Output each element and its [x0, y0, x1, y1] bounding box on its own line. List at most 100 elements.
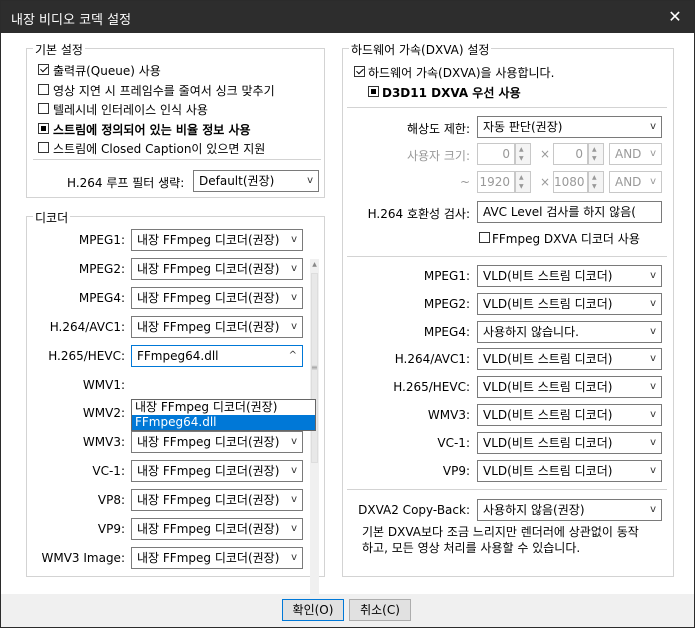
spin-up-icon: ▲: [592, 174, 597, 181]
ffmpeg-dxva-checkbox[interactable]: [479, 232, 490, 243]
hw-label: VC-1:: [437, 436, 470, 450]
spin-down-icon: ▼: [519, 155, 524, 162]
max-width-input[interactable]: 1920: [477, 171, 515, 193]
decoder-select[interactable]: 내장 FFmpeg 디코더(권장) v: [131, 518, 303, 540]
decoder-select[interactable]: 내장 FFmpeg 디코더(권장) v: [131, 229, 303, 251]
hw-label: H.264/AVC1:: [394, 352, 470, 366]
d3d11-label[interactable]: D3D11 DXVA 우선 사용: [382, 84, 521, 101]
decoder-label: WMV2:: [82, 406, 125, 420]
user-height-spinner[interactable]: ▲ ▼: [588, 143, 604, 165]
times-sign: ×: [540, 175, 551, 189]
copyback-desc-line1: 기본 DXVA보다 조금 느리지만 렌더러에 상관없이 동작: [362, 525, 639, 539]
user-width-spinner[interactable]: ▲ ▼: [515, 143, 531, 165]
chevron-down-icon: v: [650, 504, 656, 515]
decoder-select[interactable]: 내장 FFmpeg 디코더(권장) v: [131, 460, 303, 482]
decoder-select[interactable]: 내장 FFmpeg 디코더(권장) v: [131, 287, 303, 309]
dialog-footer: [1, 594, 694, 627]
compat-select[interactable]: AVC Level 검사를 하지 않음(: [477, 201, 662, 223]
spin-down-icon: ▼: [592, 183, 597, 190]
basic-checkbox-label[interactable]: 영상 지연 시 프레임수를 줄여서 싱크 맞추기: [53, 82, 275, 99]
scroll-up-icon[interactable]: ▲: [310, 261, 319, 268]
codec-settings-dialog: 내장 비디오 코덱 설정 ✕ 기본 설정 출력큐(Queue) 사용 영상 지연 …: [0, 0, 695, 628]
dropdown-option[interactable]: 내장 FFmpeg 디코더(권장): [132, 400, 315, 415]
decoder-select[interactable]: 내장 FFmpeg 디코더(권장) v: [131, 258, 303, 280]
hw-select[interactable]: 사용하지 않습니다. v: [477, 321, 662, 343]
decoder-select[interactable]: 내장 FFmpeg 디코더(권장) v: [131, 489, 303, 511]
compat-value: AVC Level 검사를 하지 않음(: [483, 205, 636, 219]
basic-checkbox-label[interactable]: 스트림에 정의되어 있는 비율 정보 사용: [53, 121, 251, 138]
hw-enable-label[interactable]: 하드웨어 가속(DXVA)을 사용합니다.: [368, 64, 554, 81]
copyback-select[interactable]: 사용하지 않음(권장) v: [477, 499, 662, 521]
basic-checkbox-label[interactable]: 텔레시네 인터레이스 인식 사용: [53, 101, 208, 118]
d3d11-checkbox[interactable]: [368, 86, 379, 97]
spin-down-icon: ▼: [592, 155, 597, 162]
chevron-down-icon: v: [307, 175, 313, 186]
ok-button[interactable]: 확인(O): [282, 599, 344, 621]
decoder-group-title: 디코더: [33, 209, 71, 226]
dropdown-option-selected[interactable]: FFmpeg64.dll: [132, 415, 315, 430]
title-bar[interactable]: 내장 비디오 코덱 설정 ✕: [1, 1, 694, 33]
hw-select[interactable]: VLD(비트 스트림 디코더) v: [477, 460, 662, 482]
hw-label: MPEG4:: [423, 325, 470, 339]
decoder-label: VP8:: [97, 493, 125, 507]
user-width-input[interactable]: 0: [477, 143, 515, 165]
loop-filter-value: Default(권장): [199, 174, 275, 188]
hevc-dropdown-list[interactable]: 내장 FFmpeg 디코더(권장) FFmpeg64.dll: [131, 399, 316, 431]
hw-enable-checkbox[interactable]: [354, 66, 365, 77]
user-op-select[interactable]: AND v: [609, 143, 662, 165]
hw-select[interactable]: VLD(비트 스트림 디코더) v: [477, 265, 662, 287]
max-width-spinner[interactable]: ▲ ▼: [515, 171, 531, 193]
chevron-down-icon: v: [291, 465, 297, 476]
resolution-select[interactable]: 자동 판단(권장) v: [477, 116, 662, 138]
decoder-select-value: 내장 FFmpeg 디코더(권장): [137, 522, 280, 536]
hw-select[interactable]: VLD(비트 스트림 디코더) v: [477, 348, 662, 370]
decoder-select[interactable]: 내장 FFmpeg 디코더(권장) v: [131, 316, 303, 338]
hw-accel-title: 하드웨어 가속(DXVA) 설정: [349, 41, 492, 58]
chevron-down-icon: v: [291, 436, 297, 447]
basic-checkbox[interactable]: [38, 64, 49, 75]
max-height-input[interactable]: 1080: [553, 171, 588, 193]
decoder-select[interactable]: 내장 FFmpeg 디코더(권장) v: [131, 547, 303, 569]
chevron-down-icon: v: [650, 176, 656, 187]
resolution-value: 자동 판단(권장): [483, 120, 563, 134]
basic-checkbox[interactable]: [38, 142, 49, 153]
hw-select[interactable]: VLD(비트 스트림 디코더) v: [477, 376, 662, 398]
hw-select-value: VLD(비트 스트림 디코더): [483, 464, 613, 478]
hw-label: H.265/HEVC:: [393, 380, 470, 394]
chevron-down-icon: v: [291, 321, 297, 332]
cancel-button[interactable]: 취소(C): [349, 599, 411, 621]
chevron-down-icon: v: [650, 465, 656, 476]
chevron-down-icon: v: [650, 270, 656, 281]
basic-checkbox[interactable]: [38, 123, 49, 134]
max-op-select[interactable]: AND v: [609, 171, 662, 193]
chevron-down-icon: v: [650, 381, 656, 392]
basic-checkbox[interactable]: [38, 84, 49, 95]
basic-checkbox-label[interactable]: 스트림에 Closed Caption이 있으면 지원: [53, 140, 265, 157]
basic-checkbox[interactable]: [38, 103, 49, 114]
chevron-down-icon: v: [291, 263, 297, 274]
copyback-label: DXVA2 Copy-Back:: [358, 503, 470, 517]
hw-select-value: 사용하지 않습니다.: [483, 325, 579, 339]
max-height-spinner[interactable]: ▲ ▼: [588, 171, 604, 193]
chevron-down-icon: v: [650, 148, 656, 159]
chevron-down-icon: v: [650, 298, 656, 309]
spin-up-icon: ▲: [519, 174, 524, 181]
hw-select[interactable]: VLD(비트 스트림 디코더) v: [477, 404, 662, 426]
loop-filter-select[interactable]: Default(권장) v: [193, 170, 319, 192]
decoder-scrollbar[interactable]: ▲ ≡ ▼: [310, 259, 319, 605]
basic-checkbox-label[interactable]: 출력큐(Queue) 사용: [53, 62, 161, 79]
loop-filter-label: H.264 루프 필터 생략:: [67, 176, 185, 190]
decoder-select-value: FFmpeg64.dll: [137, 349, 219, 363]
decoder-select[interactable]: FFmpeg64.dll ^: [131, 345, 303, 367]
decoder-select[interactable]: 내장 FFmpeg 디코더(권장) v: [131, 431, 303, 453]
user-height-input[interactable]: 0: [553, 143, 588, 165]
chevron-down-icon: v: [291, 494, 297, 505]
hw-select[interactable]: VLD(비트 스트림 디코더) v: [477, 293, 662, 315]
decoder-label: VP9:: [97, 522, 125, 536]
ffmpeg-dxva-label[interactable]: FFmpeg DXVA 디코더 사용: [492, 230, 640, 247]
chevron-down-icon: v: [291, 552, 297, 563]
decoder-select-value: 내장 FFmpeg 디코더(권장): [137, 551, 280, 565]
hw-select[interactable]: VLD(비트 스트림 디코더) v: [477, 432, 662, 454]
hw-label: WMV3:: [427, 408, 470, 422]
close-icon[interactable]: ✕: [656, 1, 694, 33]
